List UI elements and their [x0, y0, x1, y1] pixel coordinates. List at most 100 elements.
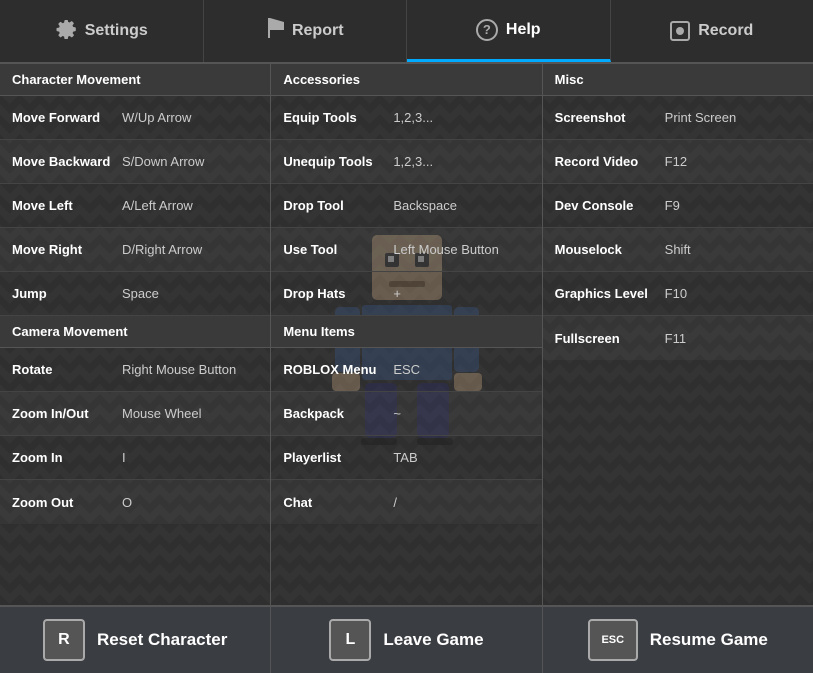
key-value: F10 — [665, 286, 687, 301]
resume-label: Resume Game — [650, 630, 768, 650]
key-action: Playerlist — [283, 450, 393, 465]
menu-items-header: Menu Items — [271, 316, 541, 348]
key-action: Screenshot — [555, 110, 665, 125]
key-action: Zoom In/Out — [12, 406, 122, 421]
accessories-header: Accessories — [271, 64, 541, 96]
key-value: Print Screen — [665, 110, 737, 125]
key-action: Graphics Level — [555, 286, 665, 301]
keybind-drop-hats: Drop Hats + — [271, 272, 541, 316]
keybind-zoom-in: Zoom In I — [0, 436, 270, 480]
nav-help[interactable]: ? Help — [407, 0, 611, 62]
resume-key-box: ESC — [588, 619, 638, 661]
keybind-playerlist: Playerlist TAB — [271, 436, 541, 480]
keybind-move-forward: Move Forward W/Up Arrow — [0, 96, 270, 140]
keybind-move-backward: Move Backward S/Down Arrow — [0, 140, 270, 184]
resume-button[interactable]: ESC Resume Game — [543, 607, 813, 673]
keybind-fullscreen: Fullscreen F11 — [543, 316, 813, 360]
keybind-move-right: Move Right D/Right Arrow — [0, 228, 270, 272]
leave-button[interactable]: L Leave Game — [271, 607, 542, 673]
record-icon — [670, 21, 690, 41]
reset-key-box: R — [43, 619, 85, 661]
key-value: + — [393, 286, 401, 301]
key-value: I — [122, 450, 126, 465]
key-action: Jump — [12, 286, 122, 301]
keybind-equip: Equip Tools 1,2,3... — [271, 96, 541, 140]
keybind-record-video: Record Video F12 — [543, 140, 813, 184]
key-action: Backpack — [283, 406, 393, 421]
flag-icon — [266, 18, 284, 44]
nav-report-label: Report — [292, 22, 344, 40]
nav-report[interactable]: Report — [204, 0, 408, 62]
key-action: Chat — [283, 495, 393, 510]
gear-icon — [55, 17, 77, 45]
col-character-camera: Character Movement Move Forward W/Up Arr… — [0, 64, 271, 605]
nav-record[interactable]: Record — [611, 0, 813, 62]
key-value: W/Up Arrow — [122, 110, 191, 125]
nav-settings[interactable]: Settings — [0, 0, 204, 62]
keybind-zoom-out: Zoom Out O — [0, 480, 270, 524]
keybind-dev-console: Dev Console F9 — [543, 184, 813, 228]
key-value: O — [122, 495, 132, 510]
key-action: Use Tool — [283, 242, 393, 257]
key-value: F12 — [665, 154, 687, 169]
key-value: TAB — [393, 450, 417, 465]
key-value: Right Mouse Button — [122, 362, 236, 377]
key-action: Rotate — [12, 362, 122, 377]
keybind-chat: Chat / — [271, 480, 541, 524]
key-value: ESC — [393, 362, 420, 377]
keybind-zoom-inout: Zoom In/Out Mouse Wheel — [0, 392, 270, 436]
keybind-drop-tool: Drop Tool Backspace — [271, 184, 541, 228]
col-accessories-menu: Accessories Equip Tools 1,2,3... Unequip… — [271, 64, 542, 605]
keybind-graphics-level: Graphics Level F10 — [543, 272, 813, 316]
key-action: Mouselock — [555, 242, 665, 257]
misc-header: Misc — [543, 64, 813, 96]
reset-button[interactable]: R Reset Character — [0, 607, 271, 673]
key-value: ~ — [393, 406, 401, 421]
keybind-roblox-menu: ROBLOX Menu ESC — [271, 348, 541, 392]
key-action: Equip Tools — [283, 110, 393, 125]
leave-label: Leave Game — [383, 630, 483, 650]
key-value: Backspace — [393, 198, 457, 213]
keybind-backpack: Backpack ~ — [271, 392, 541, 436]
top-nav: Settings Report ? Help Record — [0, 0, 813, 64]
key-action: Drop Hats — [283, 286, 393, 301]
key-action: Record Video — [555, 154, 665, 169]
key-action: Move Left — [12, 198, 122, 213]
key-value: S/Down Arrow — [122, 154, 204, 169]
nav-settings-label: Settings — [85, 22, 148, 40]
key-value: 1,2,3... — [393, 110, 433, 125]
keybind-screenshot: Screenshot Print Screen — [543, 96, 813, 140]
key-value: Mouse Wheel — [122, 406, 201, 421]
keybind-jump: Jump Space — [0, 272, 270, 316]
keybind-mouselock: Mouselock Shift — [543, 228, 813, 272]
keybind-columns: Character Movement Move Forward W/Up Arr… — [0, 64, 813, 605]
key-action: ROBLOX Menu — [283, 362, 393, 377]
key-action: Dev Console — [555, 198, 665, 213]
main-content: Character Movement Move Forward W/Up Arr… — [0, 64, 813, 605]
key-value: A/Left Arrow — [122, 198, 193, 213]
key-value: F9 — [665, 198, 680, 213]
reset-label: Reset Character — [97, 630, 227, 650]
key-value: Space — [122, 286, 159, 301]
key-value: F11 — [665, 331, 686, 346]
keybind-use-tool: Use Tool Left Mouse Button — [271, 228, 541, 272]
key-action: Move Right — [12, 242, 122, 257]
character-movement-header: Character Movement — [0, 64, 270, 96]
key-action: Unequip Tools — [283, 154, 393, 169]
key-action: Move Forward — [12, 110, 122, 125]
key-action: Fullscreen — [555, 331, 665, 346]
keybind-rotate: Rotate Right Mouse Button — [0, 348, 270, 392]
camera-movement-header: Camera Movement — [0, 316, 270, 348]
key-action: Zoom Out — [12, 495, 122, 510]
key-value: D/Right Arrow — [122, 242, 202, 257]
keybind-move-left: Move Left A/Left Arrow — [0, 184, 270, 228]
nav-help-label: Help — [506, 21, 541, 39]
key-value: Shift — [665, 242, 691, 257]
bottom-bar: R Reset Character L Leave Game ESC Resum… — [0, 605, 813, 673]
key-value: 1,2,3... — [393, 154, 433, 169]
col-misc: Misc Screenshot Print Screen Record Vide… — [543, 64, 813, 605]
key-value: Left Mouse Button — [393, 242, 499, 257]
key-value: / — [393, 495, 397, 510]
nav-record-label: Record — [698, 22, 753, 40]
key-action: Move Backward — [12, 154, 122, 169]
